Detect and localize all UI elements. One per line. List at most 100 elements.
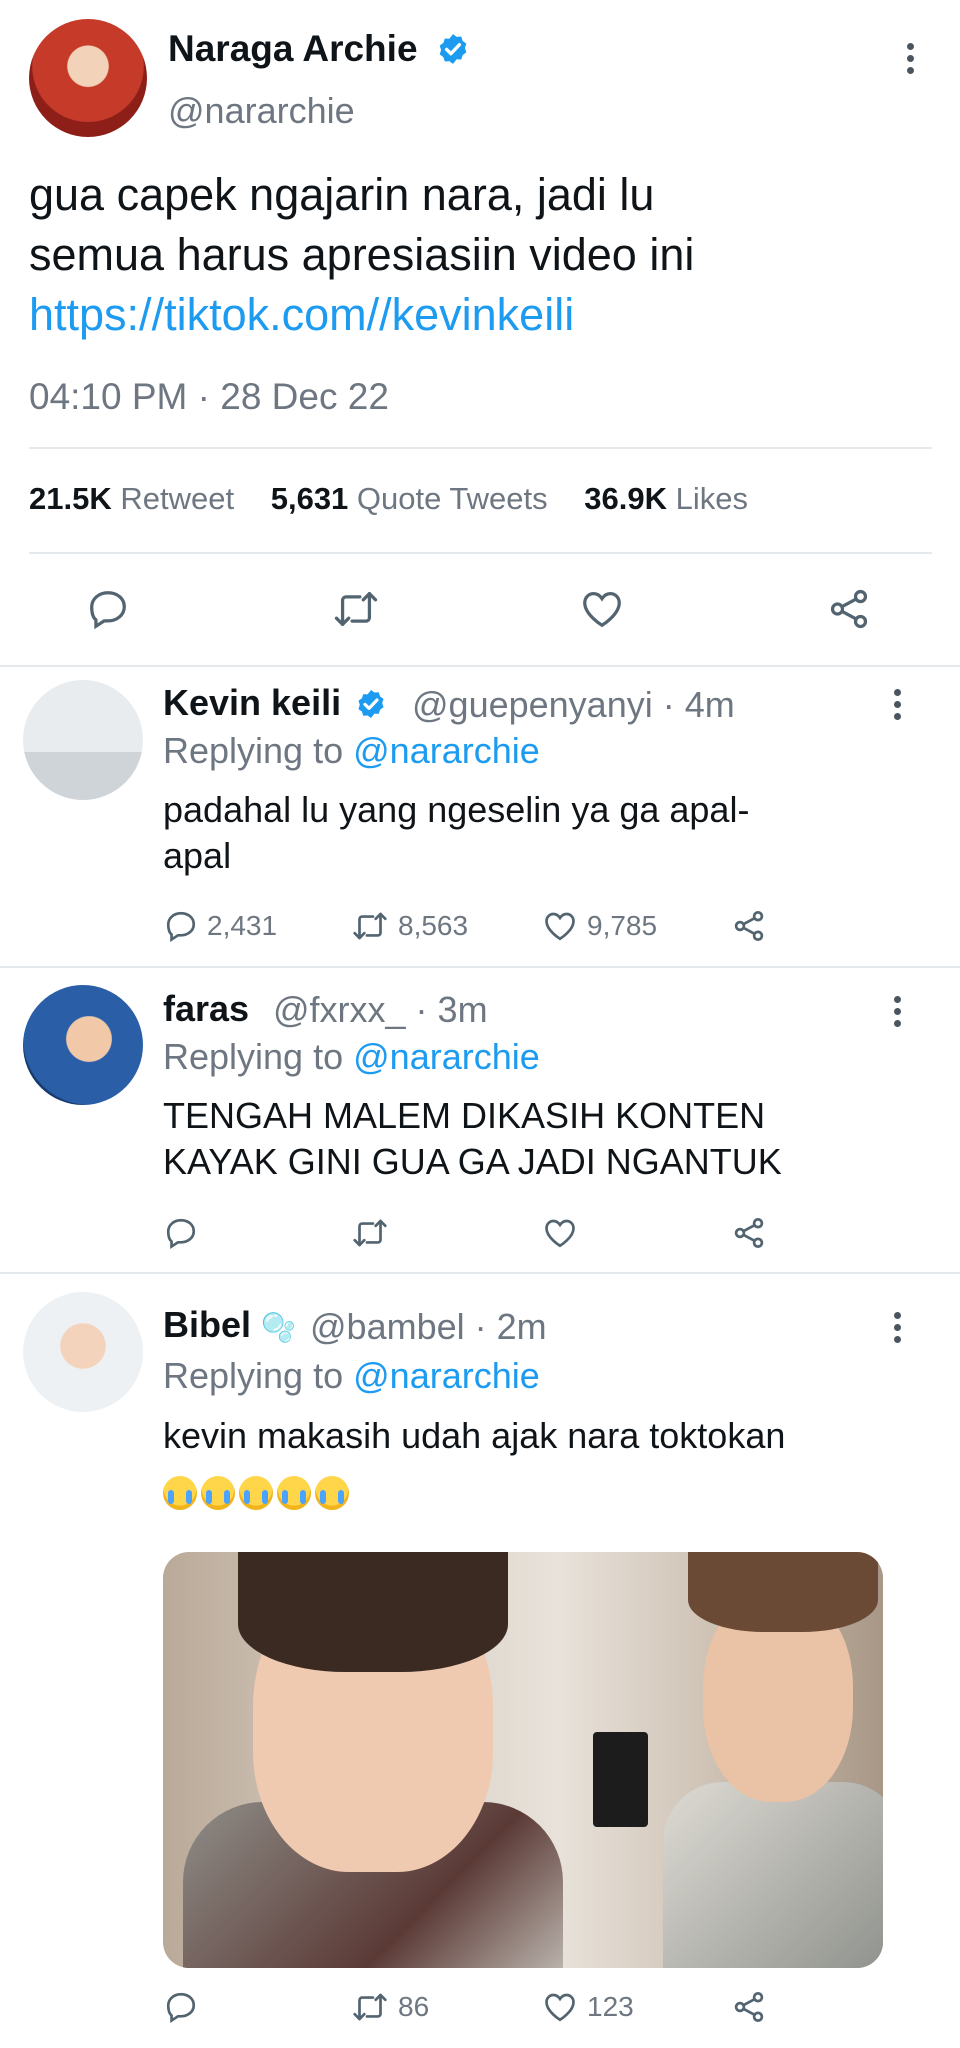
reply-text-line: KAYAK GINI GUA GA JADI NGANTUK	[163, 1141, 782, 1182]
reply-icon	[166, 911, 196, 942]
reply-body: TENGAH MALEM DIKASIH KONTEN KAYAK GINI G…	[163, 1093, 903, 1185]
reply-handle-time[interactable]: @fxrxx_ · 3m	[273, 989, 488, 1031]
author-avatar[interactable]	[29, 19, 147, 137]
more-options-icon[interactable]	[887, 686, 907, 726]
divider	[29, 447, 932, 449]
retweet-icon	[334, 592, 378, 626]
reply-avatar[interactable]	[23, 680, 143, 800]
like-count: 9,785	[587, 910, 658, 941]
tweet-body: gua capek ngajarin nara, jadi lu semua h…	[29, 165, 929, 345]
like-count[interactable]: 36.9K	[584, 481, 667, 516]
like-icon	[545, 1219, 575, 1248]
verified-badge-icon	[358, 690, 384, 718]
share-icon	[830, 589, 868, 629]
replying-to-handle[interactable]: @nararchie	[353, 1355, 540, 1396]
more-options-icon[interactable]	[887, 993, 907, 1033]
crying-emoji-icon	[163, 1476, 197, 1510]
retweet-button[interactable]: 86	[350, 1989, 429, 2025]
photo-speaker	[593, 1732, 648, 1827]
reply-author-row[interactable]: Bibel 🫧	[163, 1304, 296, 1346]
reply-icon	[90, 591, 126, 630]
reply-button[interactable]	[85, 586, 131, 632]
reply-text-line: kevin makasih udah ajak nara toktokan	[163, 1415, 786, 1456]
retweet-button[interactable]	[350, 1215, 390, 1251]
tweet-timestamp[interactable]: 04:10 PM · 28 Dec 22	[29, 376, 389, 418]
reply-handle-time[interactable]: @guepenyanyi · 4m	[412, 684, 735, 726]
reply-text-line: TENGAH MALEM DIKASIH KONTEN	[163, 1095, 766, 1136]
retweet-count: 86	[398, 1991, 430, 2022]
reply-button[interactable]	[163, 1215, 199, 1251]
verified-badge-icon	[439, 34, 467, 64]
divider	[0, 665, 960, 667]
like-button[interactable]: 123	[541, 1989, 634, 2025]
tweet-link[interactable]: https://tiktok.com//kevinkeili	[29, 285, 929, 345]
replying-to: Replying to @nararchie	[163, 730, 540, 772]
reply-author-name[interactable]: faras	[163, 988, 249, 1030]
retweet-label[interactable]: Retweet	[120, 481, 234, 516]
like-count: 123	[587, 1991, 634, 2022]
replying-to-handle[interactable]: @nararchie	[353, 730, 540, 771]
reply-author-row[interactable]: Kevin keili	[163, 682, 387, 724]
name-emoji: 🫧	[261, 1312, 296, 1343]
crying-emoji-icon	[315, 1476, 349, 1510]
share-icon	[734, 911, 764, 941]
reply-button[interactable]	[163, 1989, 199, 2025]
like-icon	[583, 592, 621, 628]
divider	[0, 966, 960, 968]
attached-photo[interactable]	[163, 1552, 883, 1968]
reply-avatar[interactable]	[23, 985, 143, 1105]
retweet-button[interactable]	[330, 586, 382, 632]
share-button[interactable]	[731, 1989, 767, 2025]
more-options-icon[interactable]	[900, 40, 920, 80]
retweet-count: 8,563	[398, 910, 469, 941]
share-icon	[734, 1218, 764, 1248]
replying-to-label: Replying to	[163, 730, 344, 771]
retweet-icon	[353, 912, 387, 940]
reply-count: 2,431	[207, 910, 278, 941]
replying-to: Replying to @nararchie	[163, 1036, 540, 1078]
replying-to-handle[interactable]: @nararchie	[353, 1036, 540, 1077]
photo-subject-hair	[238, 1552, 508, 1672]
reply-icon	[166, 1218, 196, 1249]
share-button[interactable]	[826, 586, 872, 632]
reply-body: padahal lu yang ngeselin ya ga apal- apa…	[163, 787, 903, 879]
crying-emoji-icon	[201, 1476, 235, 1510]
quote-count[interactable]: 5,631	[271, 481, 349, 516]
like-icon	[545, 1993, 575, 2022]
more-options-icon[interactable]	[887, 1309, 907, 1349]
divider	[0, 1272, 960, 1274]
reply-button[interactable]: 2,431	[163, 908, 277, 944]
photo-subject-body	[663, 1782, 883, 1968]
reply-author-name[interactable]: Bibel	[163, 1304, 251, 1345]
reply-body: kevin makasih udah ajak nara toktokan	[163, 1413, 903, 1459]
retweet-icon	[353, 1993, 387, 2021]
like-label[interactable]: Likes	[676, 481, 748, 516]
author-name-row[interactable]: Naraga Archie	[168, 28, 470, 70]
share-icon	[734, 1992, 764, 2022]
retweet-icon	[353, 1219, 387, 1247]
like-button[interactable]: 9,785	[541, 908, 657, 944]
replying-to: Replying to @nararchie	[163, 1355, 540, 1397]
reply-author-name[interactable]: Kevin keili	[163, 682, 341, 723]
author-handle[interactable]: @nararchie	[168, 90, 355, 132]
replying-to-label: Replying to	[163, 1355, 344, 1396]
like-button[interactable]	[541, 1215, 579, 1251]
divider	[29, 552, 932, 554]
author-name[interactable]: Naraga Archie	[168, 28, 418, 69]
engagement-stats: 21.5K Retweet 5,631 Quote Tweets 36.9K L…	[29, 481, 776, 517]
quote-label[interactable]: Quote Tweets	[357, 481, 548, 516]
share-button[interactable]	[731, 1215, 767, 1251]
reply-text-line: padahal lu yang ngeselin ya ga apal-	[163, 789, 750, 830]
like-button[interactable]	[578, 586, 626, 632]
share-button[interactable]	[731, 908, 767, 944]
retweet-button[interactable]: 8,563	[350, 908, 468, 944]
reply-icon	[166, 1992, 196, 2023]
reply-avatar[interactable]	[23, 1292, 143, 1412]
crying-emoji-icon	[277, 1476, 311, 1510]
reply-text-line: apal	[163, 835, 232, 876]
retweet-count[interactable]: 21.5K	[29, 481, 112, 516]
crying-emoji-icon	[239, 1476, 273, 1510]
emoji-row	[163, 1476, 353, 1515]
reply-handle-time[interactable]: @bambel · 2m	[310, 1306, 547, 1348]
tweet-text-line: gua capek ngajarin nara, jadi lu	[29, 169, 655, 220]
